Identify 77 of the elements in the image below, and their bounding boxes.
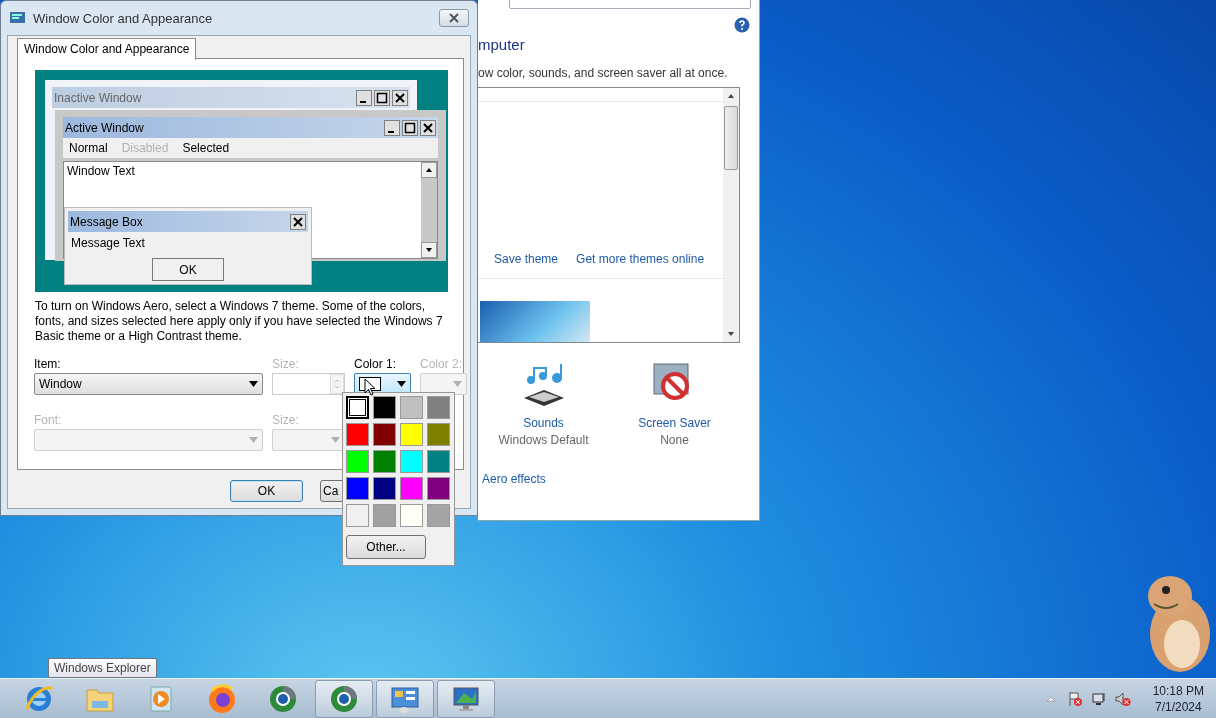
other-colors-button[interactable]: Other... <box>346 535 426 559</box>
theme-thumbnail[interactable] <box>480 301 590 342</box>
caret-icon <box>453 381 462 387</box>
aero-link[interactable]: Aero effects <box>482 472 546 486</box>
color-swatch[interactable] <box>400 504 423 527</box>
color-swatch[interactable] <box>427 477 450 500</box>
tab[interactable]: Window Color and Appearance <box>17 38 197 60</box>
caret-icon <box>397 381 406 387</box>
item-dropdown[interactable]: Window <box>34 373 263 395</box>
setting-link[interactable]: Screen Saver <box>638 416 711 430</box>
mouse-pointer-icon <box>364 378 376 396</box>
field-label: Color 2: <box>420 357 464 371</box>
color-swatch[interactable] <box>427 450 450 473</box>
fox-globe-icon <box>206 682 238 715</box>
color-swatch[interactable] <box>400 423 423 446</box>
close-icon[interactable] <box>420 119 436 136</box>
tooltip: Windows Explorer <box>48 658 157 678</box>
color-swatch[interactable] <box>427 504 450 527</box>
color-swatch[interactable] <box>346 423 369 446</box>
caret-icon <box>249 381 258 387</box>
field-label: Font: <box>34 413 63 427</box>
taskbar-button[interactable] <box>437 679 495 718</box>
field-label: Size: <box>272 357 300 371</box>
color-swatch[interactable] <box>400 396 423 419</box>
scrollbar-thumb[interactable] <box>724 106 738 170</box>
ok-button[interactable]: OK <box>152 258 224 281</box>
close-icon <box>448 13 460 23</box>
color-swatch[interactable] <box>346 504 369 527</box>
caret-icon <box>331 437 340 443</box>
message-text: Message Text <box>70 235 146 252</box>
field-label: Size: <box>272 413 300 427</box>
color-swatch[interactable] <box>373 396 396 419</box>
color-swatch[interactable] <box>373 504 396 527</box>
taskbar-button[interactable] <box>376 679 434 718</box>
taskbar-button[interactable] <box>315 679 373 718</box>
color-swatch[interactable] <box>373 423 396 446</box>
page-heading: mputer <box>478 36 525 53</box>
clock-time: 10:18 PM <box>1152 682 1204 699</box>
scroll-down-icon <box>421 242 437 258</box>
color-swatch[interactable] <box>400 450 423 473</box>
flag-error-icon[interactable] <box>1066 690 1083 707</box>
color-swatch[interactable] <box>346 450 369 473</box>
window-app-icon <box>9 10 27 26</box>
scroll-up-icon <box>421 162 437 178</box>
window-text: Window Text <box>67 164 135 178</box>
help-icon[interactable] <box>734 17 750 33</box>
color-swatch[interactable] <box>427 423 450 446</box>
field-label: Color 1: <box>354 357 398 371</box>
setting-value: None <box>660 433 689 447</box>
window-title: Inactive Window <box>54 90 142 105</box>
speaker-muted-icon[interactable] <box>1114 690 1131 707</box>
color-swatch[interactable] <box>346 396 369 419</box>
color-swatch[interactable] <box>373 450 396 473</box>
color-swatch[interactable] <box>400 477 423 500</box>
color-swatch[interactable] <box>427 396 450 419</box>
color-swatch[interactable] <box>346 477 369 500</box>
caret-icon <box>249 437 258 443</box>
clock-date: 7/1/2024 <box>1154 698 1202 715</box>
setting-link[interactable]: Sounds <box>523 416 564 430</box>
page-description: ow color, sounds, and screen saver all at once. <box>478 66 728 80</box>
close-button[interactable] <box>439 9 469 27</box>
window-title: Active Window <box>65 120 144 135</box>
clock[interactable]: 10:18 PM 7/1/2024 <box>1152 682 1204 715</box>
setting-value: Windows Default <box>498 433 589 447</box>
window-title: Message Box <box>70 214 143 229</box>
theme-link[interactable]: Save theme <box>494 252 559 266</box>
window-title: Window Color and Appearance <box>33 10 213 26</box>
dialog-button[interactable]: OK <box>230 480 303 502</box>
field-label: Item: <box>34 357 62 371</box>
maximize-icon[interactable] <box>402 119 418 136</box>
network-icon[interactable] <box>1090 690 1107 707</box>
minimize-icon[interactable] <box>384 119 400 136</box>
scrollbar[interactable] <box>723 88 739 342</box>
close-icon <box>290 213 306 230</box>
description-text: To turn on Windows Aero, select a Windows 7 theme. Some of the colors, fonts, and sizes selected here apply only if you have selected the Windows 7 Basic theme or a High Contrast theme. <box>35 299 444 344</box>
color-swatch[interactable] <box>373 477 396 500</box>
theme-link[interactable]: Get more themes online <box>576 252 705 266</box>
